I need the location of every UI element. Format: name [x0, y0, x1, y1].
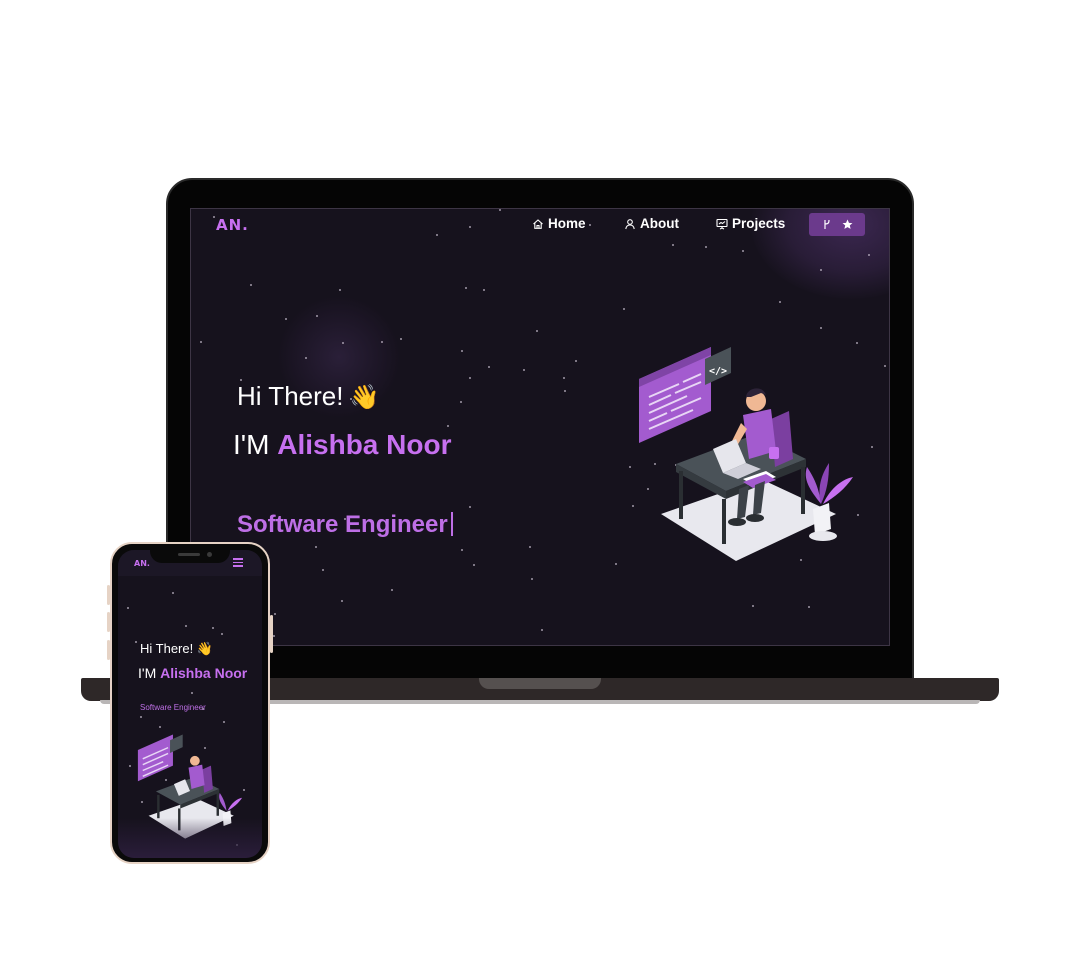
- star: [742, 250, 744, 252]
- star: [623, 308, 625, 310]
- star: [305, 357, 307, 359]
- star: [488, 366, 490, 368]
- star: [820, 269, 822, 271]
- star: [447, 425, 449, 427]
- star: [469, 377, 471, 379]
- star: [465, 287, 467, 289]
- star: [705, 246, 707, 248]
- typewriter-text: Software Engineer: [237, 511, 448, 538]
- mobile-bottom-fade: [118, 818, 262, 858]
- star: [342, 342, 344, 344]
- star: [808, 606, 810, 608]
- star: [127, 607, 129, 609]
- star: [221, 633, 223, 635]
- site-logo[interactable]: AN.: [216, 216, 249, 234]
- star: [200, 341, 202, 343]
- star: [391, 589, 393, 591]
- star: [615, 563, 617, 565]
- mobile-intro-prefix: I'M: [138, 665, 157, 681]
- star: [884, 365, 886, 367]
- star: [672, 244, 674, 246]
- star: [315, 546, 317, 548]
- star: [469, 506, 471, 508]
- mobile-hero-intro: I'M Alishba Noor: [138, 665, 247, 681]
- mobile-hero-role: Software Engineer: [140, 703, 206, 712]
- hamburger-menu-icon[interactable]: [233, 558, 243, 567]
- mobile-hero-greeting: Hi There! 👋: [140, 641, 213, 657]
- nav-projects[interactable]: Projects: [716, 216, 785, 231]
- git-fork-icon: [823, 219, 830, 229]
- nav-about-label: About: [640, 216, 679, 231]
- star: [779, 301, 781, 303]
- star: [274, 613, 276, 615]
- star: [316, 315, 318, 317]
- star: [564, 390, 566, 392]
- user-icon: [625, 218, 635, 229]
- waving-hand-icon: 👋: [196, 641, 214, 656]
- hero-name: Alishba Noor: [277, 429, 452, 460]
- star: [575, 360, 577, 362]
- presentation-icon: [716, 218, 728, 229]
- star: [185, 625, 187, 627]
- phone-speaker: [178, 553, 200, 556]
- waving-hand-icon: 👋: [349, 384, 380, 411]
- mobile-hero-name: Alishba Noor: [160, 665, 248, 681]
- phone-camera: [207, 552, 212, 557]
- star: [339, 289, 341, 291]
- intro-prefix: I'M: [233, 429, 270, 460]
- star: [529, 546, 531, 548]
- star: [400, 338, 402, 340]
- star: [159, 726, 161, 728]
- star: [381, 341, 383, 343]
- developer-illustration: </>: [639, 347, 853, 561]
- star: [531, 578, 533, 580]
- navbar: AN. Home About Projects: [191, 209, 889, 241]
- hero-greeting: Hi There! 👋: [237, 381, 379, 412]
- star: [871, 446, 873, 448]
- github-fork-button[interactable]: [809, 213, 865, 236]
- greeting-text: Hi There!: [237, 381, 344, 411]
- star: [483, 289, 485, 291]
- star: [868, 254, 870, 256]
- laptop-notch: [479, 678, 601, 689]
- nav-home[interactable]: Home: [532, 216, 586, 231]
- star: [473, 564, 475, 566]
- svg-text:</>: </>: [709, 366, 727, 377]
- hero-role: Software Engineer: [237, 511, 453, 539]
- star-icon: [842, 219, 852, 229]
- hero-intro: I'M Alishba Noor: [233, 429, 451, 461]
- star: [135, 641, 137, 643]
- star: [172, 592, 174, 594]
- star: [129, 765, 131, 767]
- star: [250, 284, 252, 286]
- star: [820, 327, 822, 329]
- home-icon: [533, 218, 543, 229]
- star: [460, 401, 462, 403]
- nav-about[interactable]: About: [624, 216, 679, 231]
- star: [212, 627, 214, 629]
- star: [523, 369, 525, 371]
- star: [140, 716, 142, 718]
- mobile-site-logo[interactable]: AN.: [134, 559, 150, 568]
- phone-power-button: [270, 615, 273, 653]
- star: [461, 350, 463, 352]
- star: [563, 377, 565, 379]
- star: [191, 692, 193, 694]
- star: [273, 635, 275, 637]
- star: [223, 721, 225, 723]
- star: [341, 600, 343, 602]
- star: [536, 330, 538, 332]
- desktop-screen: AN. Home About Projects Hi There! 👋 I'M A…: [190, 208, 890, 646]
- star: [461, 549, 463, 551]
- star: [285, 318, 287, 320]
- mobile-screen: AN. Hi There! 👋 I'M Alishba Noor Softwar…: [118, 550, 262, 858]
- star: [752, 605, 754, 607]
- mobile-greeting-text: Hi There!: [140, 641, 194, 656]
- star: [322, 569, 324, 571]
- typing-cursor: [450, 512, 453, 536]
- star: [541, 629, 543, 631]
- nav-home-label: Home: [548, 216, 586, 231]
- nav-projects-label: Projects: [732, 216, 786, 231]
